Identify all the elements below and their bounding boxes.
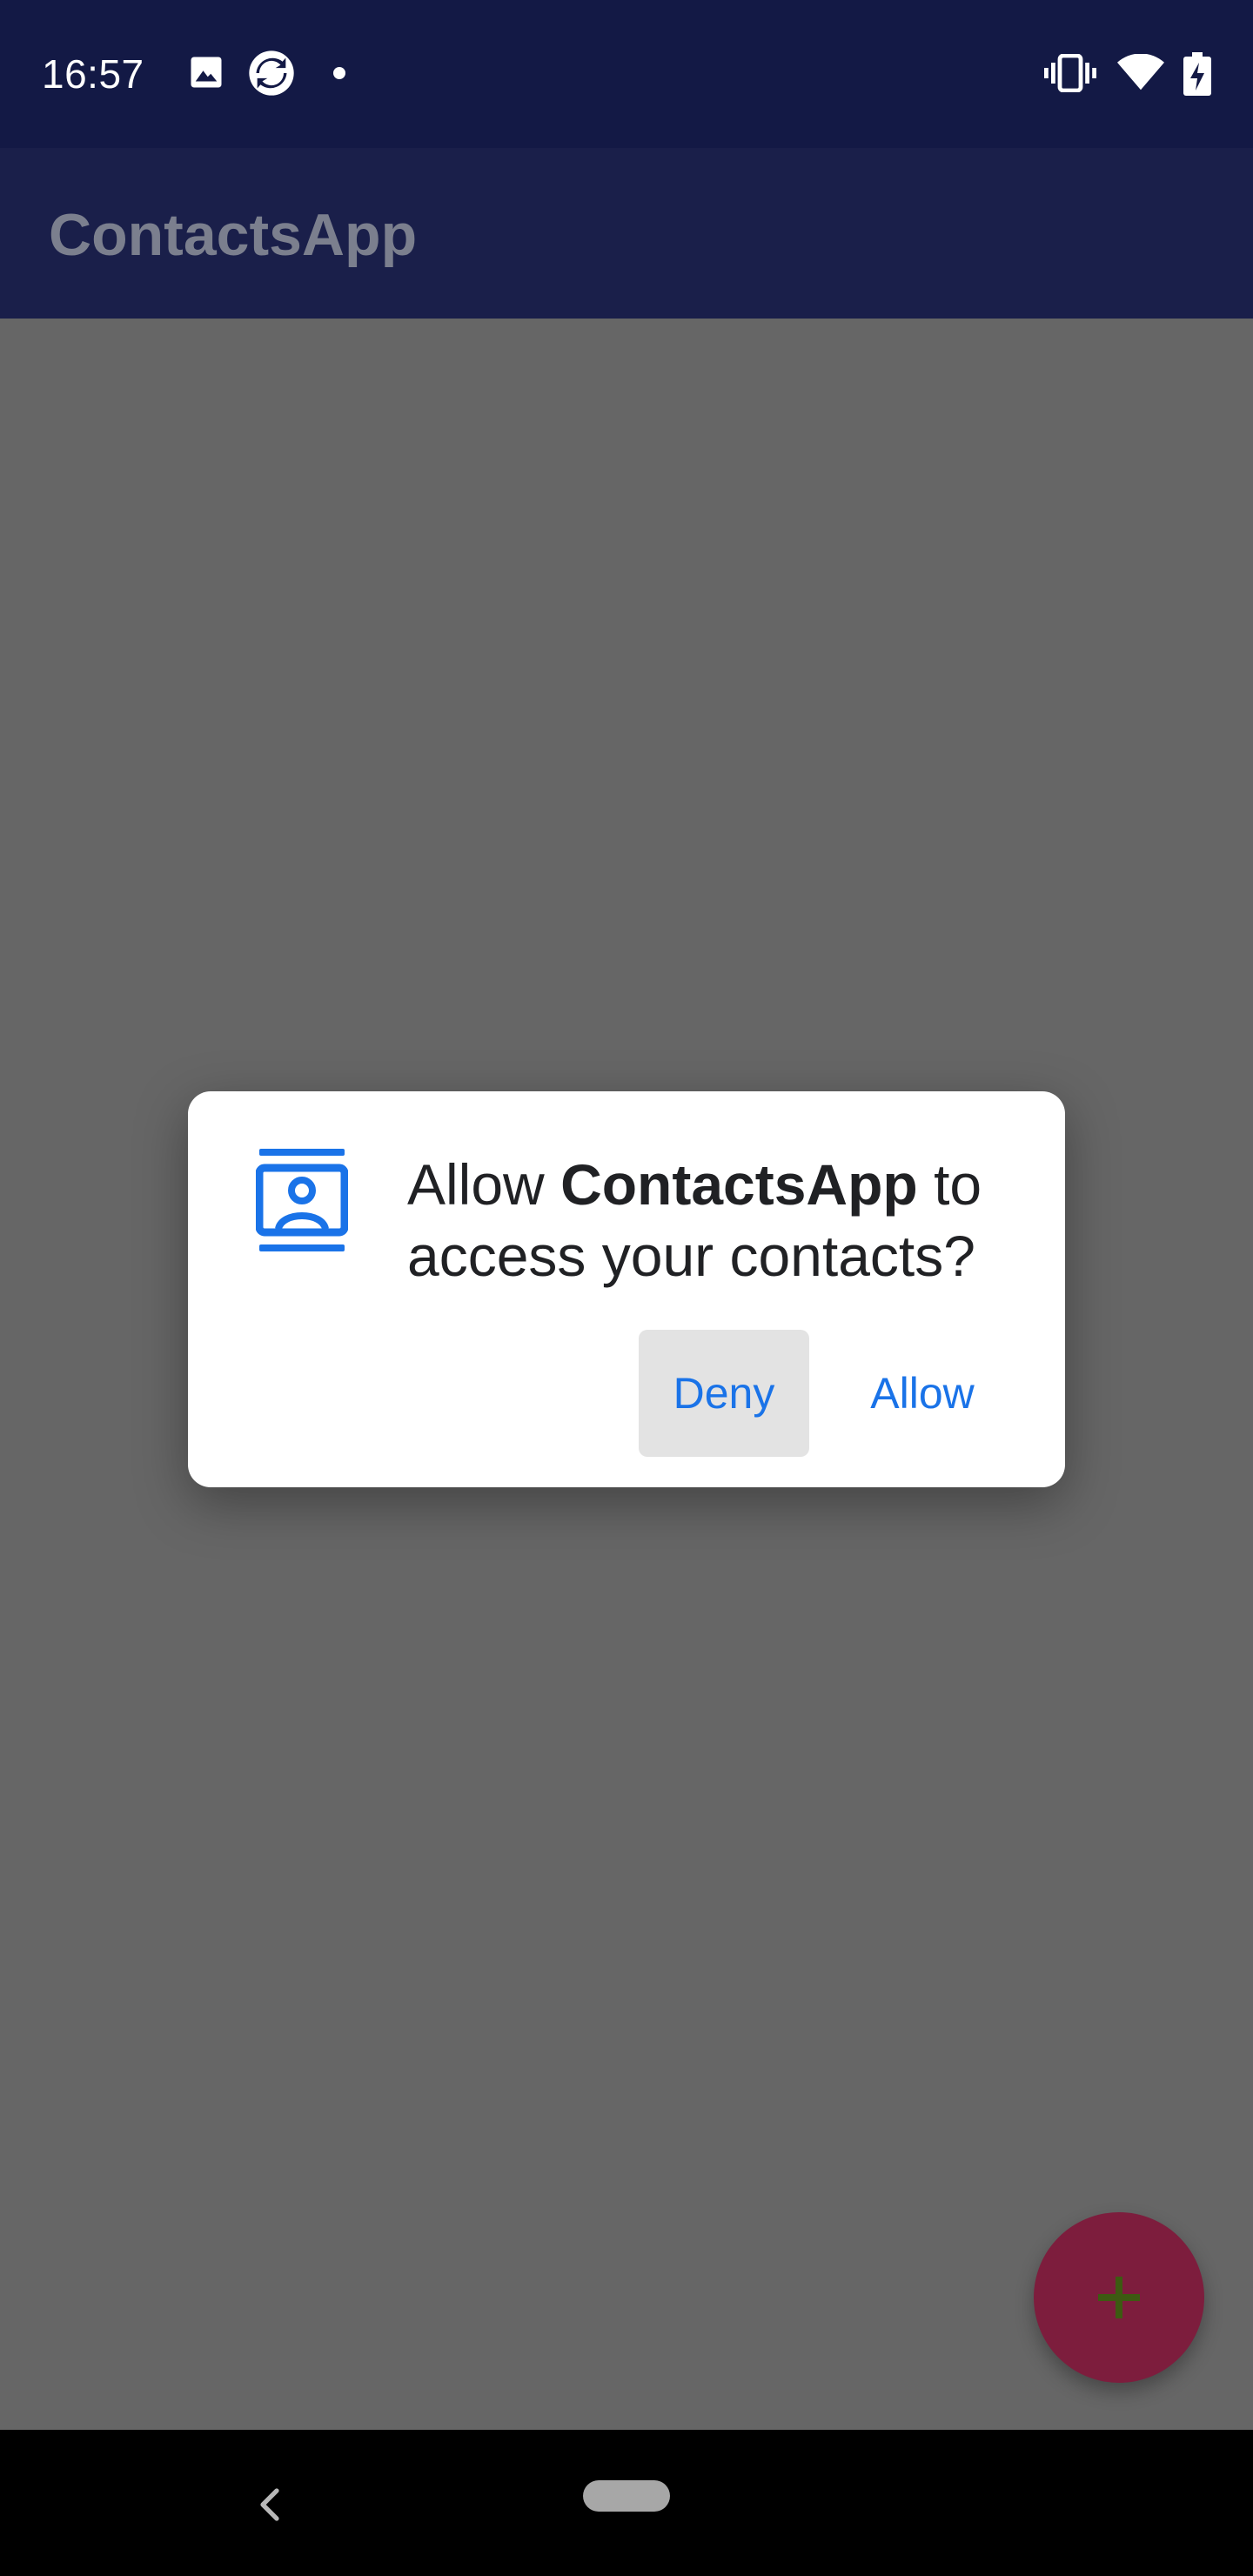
deny-button[interactable]: Deny: [639, 1330, 809, 1457]
message-app-name: ContactsApp: [560, 1152, 918, 1217]
dialog-message: Allow ContactsApp to access your contact…: [407, 1149, 1034, 1291]
allow-button[interactable]: Allow: [842, 1330, 1002, 1457]
message-prefix: Allow: [407, 1152, 561, 1217]
navigation-bar: [0, 2430, 1253, 2576]
app-title: ContactsApp: [49, 202, 418, 268]
image-icon: [188, 54, 224, 95]
plus-icon: [1098, 2277, 1140, 2318]
status-time: 16:57: [42, 51, 144, 97]
vibrate-icon: [1044, 53, 1096, 97]
home-pill[interactable]: [583, 2480, 670, 2512]
status-bar: 16:57: [0, 0, 1253, 148]
contacts-icon: [255, 1149, 349, 1251]
wifi-icon: [1117, 53, 1164, 95]
add-contact-button[interactable]: [1034, 2212, 1204, 2383]
permission-dialog: Allow ContactsApp to access your contact…: [188, 1091, 1065, 1487]
battery-charging-icon: [1183, 52, 1211, 100]
app-bar: ContactsApp: [0, 148, 1253, 319]
back-icon[interactable]: [252, 2480, 287, 2533]
dot-icon: [332, 66, 346, 84]
sync-icon: [247, 49, 296, 102]
screen: 16:57 ContactsApp Allow ContactsApp to a…: [0, 0, 1253, 2576]
